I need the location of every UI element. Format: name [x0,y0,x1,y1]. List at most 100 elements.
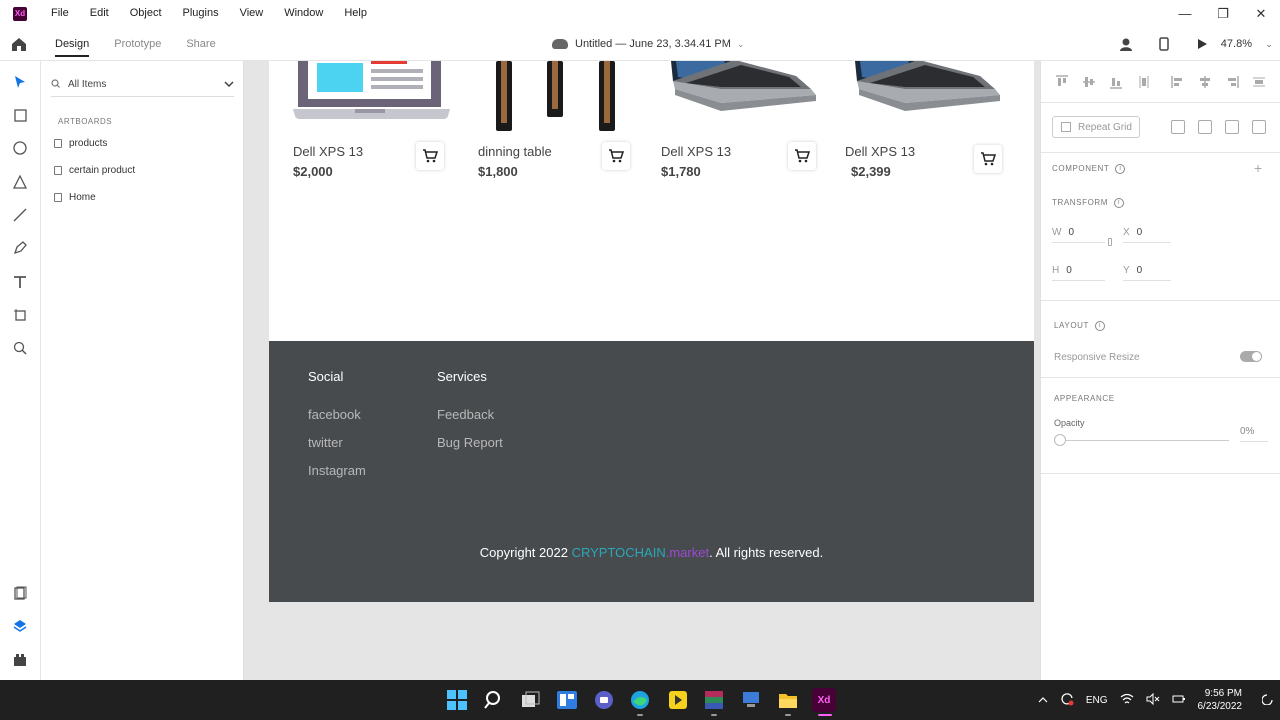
design-canvas[interactable]: Dell XPS 13 $2,000 dinning table $1,800 [244,61,1040,680]
clock[interactable]: 9:56 PM 6/23/2022 [1198,687,1243,713]
align-right-icon[interactable] [1225,75,1239,89]
zoom-tool-icon[interactable] [10,338,30,358]
tab-design[interactable]: Design [55,27,90,61]
close-button[interactable]: ✕ [1242,0,1280,27]
product-card[interactable]: Dell XPS 13 $1,780 [661,61,821,191]
opacity-value[interactable]: 0% [1240,426,1254,437]
media-player-icon[interactable] [666,688,690,712]
height-field[interactable]: H0 [1052,265,1072,276]
plugins-icon[interactable] [10,650,30,670]
add-to-cart-button[interactable] [602,142,630,170]
file-explorer-icon[interactable] [776,688,800,712]
opacity-slider-track[interactable] [1054,440,1229,441]
remote-desktop-icon[interactable] [739,688,763,712]
language-indicator[interactable]: ENG [1086,695,1108,706]
polygon-tool-icon[interactable] [10,172,30,192]
info-icon[interactable]: i [1095,321,1106,331]
artboard-item[interactable]: Home [54,188,96,206]
add-to-cart-button[interactable] [974,145,1002,173]
menu-edit[interactable]: Edit [82,0,117,27]
footer-link-bug-report[interactable]: Bug Report [437,435,503,450]
teams-chat-icon[interactable] [592,688,616,712]
align-middle-icon[interactable] [1082,75,1096,89]
product-card[interactable]: Dell XPS 13 $2,399 [845,61,1005,191]
footer-link-twitter[interactable]: twitter [308,435,343,450]
opacity-slider-handle[interactable] [1054,434,1066,446]
chevron-down-icon[interactable] [224,79,234,90]
component-section: COMPONENT i [1052,164,1126,174]
add-to-cart-button[interactable] [788,142,816,170]
wifi-icon[interactable] [1120,693,1134,708]
line-tool-icon[interactable] [10,205,30,225]
menu-file[interactable]: File [43,0,77,27]
user-icon[interactable] [1107,27,1145,61]
align-center-icon[interactable] [1198,75,1212,89]
play-icon[interactable] [1183,27,1221,61]
task-view-icon[interactable] [519,688,543,712]
pen-tool-icon[interactable] [10,238,30,258]
menu-window[interactable]: Window [276,0,331,27]
footer-link-facebook[interactable]: facebook [308,407,361,422]
maximize-button[interactable]: ❐ [1204,0,1242,27]
rectangle-tool-icon[interactable] [10,105,30,125]
boolean-subtract-icon[interactable] [1198,120,1212,134]
battery-icon[interactable] [1172,693,1186,708]
artboard-item[interactable]: certain product [54,161,135,179]
x-field[interactable]: X0 [1123,227,1142,238]
menu-plugins[interactable]: Plugins [175,0,227,27]
artboard-home[interactable]: Dell XPS 13 $2,000 dinning table $1,800 [269,61,1034,602]
width-field[interactable]: W0 [1052,227,1074,238]
windows-start-icon[interactable] [445,688,469,712]
zoom-chevron-icon[interactable]: ⌄ [1258,27,1280,61]
align-top-icon[interactable] [1055,75,1069,89]
minimize-button[interactable]: — [1166,0,1204,27]
product-card[interactable]: dinning table $1,800 [478,61,638,191]
edge-browser-icon[interactable] [628,688,652,712]
artboard-item[interactable]: products [54,134,107,152]
layers-icon[interactable] [10,616,30,636]
footer-link-instagram[interactable]: Instagram [308,463,366,478]
menu-view[interactable]: View [232,0,272,27]
ellipse-tool-icon[interactable] [10,138,30,158]
assets-icon[interactable] [10,583,30,603]
add-to-cart-button[interactable] [416,142,444,170]
sync-icon[interactable] [1060,692,1074,709]
home-icon[interactable] [10,35,28,53]
y-field[interactable]: Y0 [1123,265,1142,276]
boolean-add-icon[interactable] [1171,120,1185,134]
zoom-level[interactable]: 47.8% [1221,38,1252,50]
distribute-horizontal-icon[interactable] [1252,75,1266,89]
widgets-icon[interactable] [555,688,579,712]
boolean-intersect-icon[interactable] [1225,120,1239,134]
repeat-grid-button[interactable]: Repeat Grid [1052,116,1140,138]
brand-tld[interactable]: .market [666,545,709,560]
artboard-tool-icon[interactable] [10,305,30,325]
footer-link-feedback[interactable]: Feedback [437,407,494,422]
notifications-icon[interactable] [1261,693,1274,708]
tab-prototype[interactable]: Prototype [114,27,161,61]
brand-name[interactable]: CRYPTOCHAIN [572,545,666,560]
menu-help[interactable]: Help [336,0,375,27]
info-icon[interactable]: i [1114,198,1125,208]
search-icon[interactable] [482,688,506,712]
adobe-xd-taskbar-icon[interactable]: Xd [812,688,836,712]
add-component-icon[interactable]: + [1254,160,1262,176]
align-left-icon[interactable] [1171,75,1185,89]
tab-share[interactable]: Share [186,27,215,61]
info-icon[interactable]: i [1115,164,1126,174]
document-title[interactable]: Untitled — June 23, 3.34.41 PM ⌄ [552,27,744,61]
boolean-exclude-icon[interactable] [1252,120,1266,134]
mobile-preview-icon[interactable] [1145,27,1183,61]
layers-filter[interactable]: All Items [51,73,234,97]
responsive-resize-toggle[interactable] [1240,351,1262,362]
text-tool-icon[interactable] [10,272,30,292]
speaker-muted-icon[interactable] [1146,692,1160,708]
select-tool-icon[interactable] [10,72,30,92]
chevron-up-icon[interactable] [1038,695,1048,706]
align-bottom-icon[interactable] [1109,75,1123,89]
menu-object[interactable]: Object [122,0,170,27]
distribute-vertical-icon[interactable] [1137,75,1151,89]
lock-aspect-icon[interactable] [1108,238,1112,246]
winrar-icon[interactable] [702,688,726,712]
product-card[interactable]: Dell XPS 13 $2,000 [293,61,453,191]
